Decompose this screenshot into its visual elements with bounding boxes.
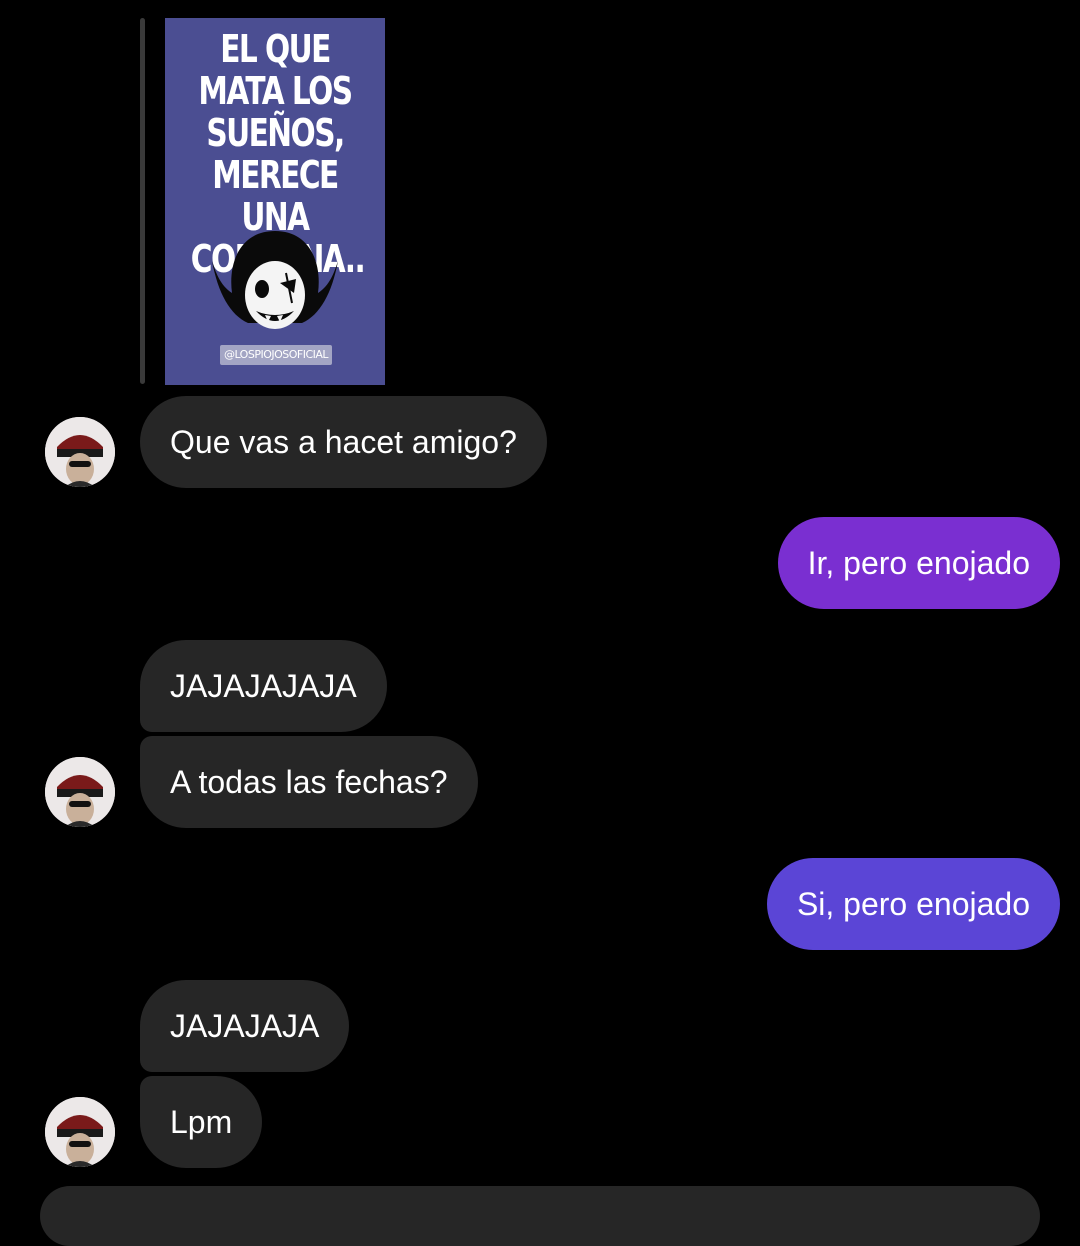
message-bubble-incoming[interactable]: JAJAJAJA [140,980,350,1072]
contact-avatar[interactable] [45,757,115,827]
story-handle-tag: @LOSPIOJOSOFICIAL [220,345,332,365]
message-bubble-incoming[interactable]: A todas las fechas? [140,736,478,828]
message-bubble-outgoing[interactable]: Ir, pero enojado [777,517,1060,609]
contact-avatar[interactable] [45,1097,115,1167]
message-composer[interactable] [40,1186,1040,1246]
avatar-photo-icon [45,417,115,487]
message-bubble-outgoing[interactable]: Si, pero enojado [766,858,1060,950]
message-bubble-incoming[interactable]: Que vas a hacet amigo? [140,396,547,488]
story-reply-bar [140,18,145,384]
shared-story-image[interactable]: EL QUE MATA LOS SUEÑOS, MERECE UNA CONDE… [165,18,385,385]
contact-avatar[interactable] [45,417,115,487]
message-bubble-incoming[interactable]: Lpm [140,1076,263,1168]
avatar-photo-icon [45,757,115,827]
mascot-face-icon [212,231,338,329]
message-bubble-incoming[interactable]: JAJAJAJAJA [140,640,387,732]
avatar-photo-icon [45,1097,115,1167]
